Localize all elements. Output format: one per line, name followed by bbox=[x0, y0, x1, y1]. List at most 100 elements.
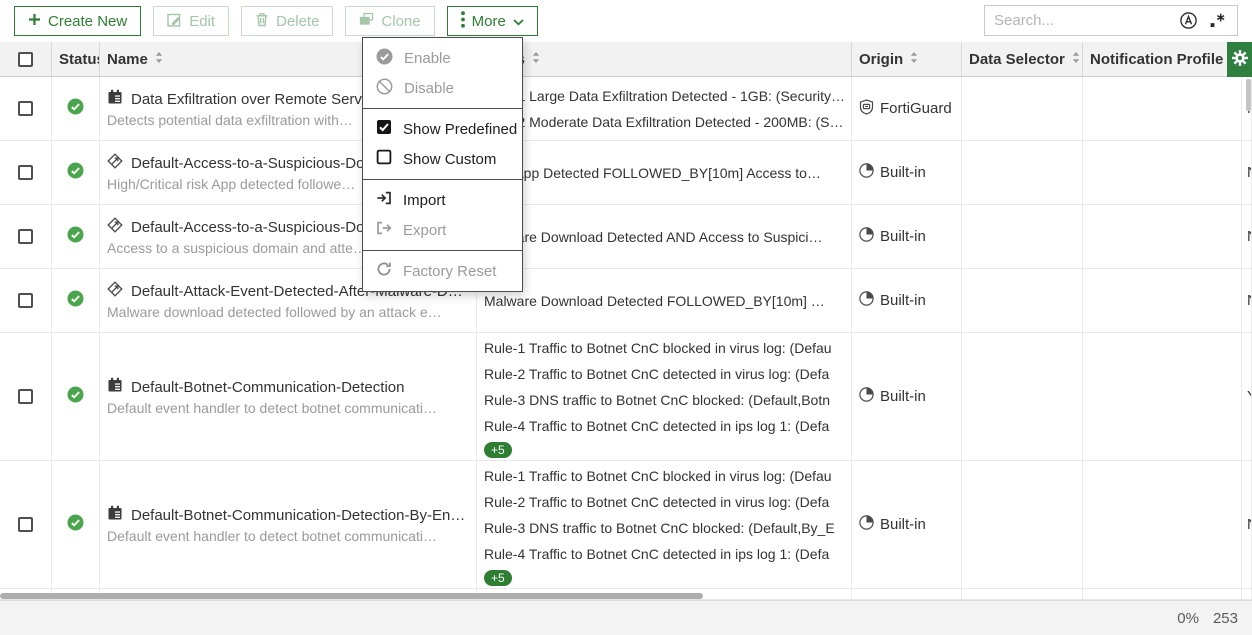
event-handler-icon bbox=[107, 89, 123, 109]
rule-text: Rule-1 Traffic to Botnet CnC blocked in … bbox=[484, 463, 851, 489]
extra-cell-value: No bbox=[1247, 516, 1252, 533]
menu-item-export: Export bbox=[363, 215, 522, 245]
table-row[interactable]: Data Exfiltration over Remote Service… D… bbox=[0, 77, 1252, 141]
status-enabled-icon bbox=[67, 98, 84, 120]
built-in-pie-icon bbox=[859, 163, 874, 182]
row-checkbox[interactable] bbox=[18, 229, 33, 244]
status-enabled-icon bbox=[67, 386, 84, 408]
more-button[interactable]: More bbox=[447, 6, 538, 36]
delete-label: Delete bbox=[276, 13, 319, 30]
enable-check-circle-icon bbox=[376, 48, 393, 69]
toolbar-button-group: Create New Edit Delete Clone More bbox=[14, 6, 538, 36]
gear-icon bbox=[1232, 50, 1248, 69]
factory-reset-icon bbox=[376, 261, 392, 281]
status-enabled-icon bbox=[67, 514, 84, 536]
origin-label: FortiGuard bbox=[880, 100, 952, 117]
fortiguard-shield-icon bbox=[859, 99, 874, 119]
table-header: Status Name Rules Origin Data Selector N… bbox=[0, 42, 1252, 77]
notification-profile-cell bbox=[1083, 461, 1242, 588]
notification-profile-cell bbox=[1083, 141, 1242, 204]
rule-text: Rule-1 Large Data Exfiltration Detected … bbox=[484, 83, 851, 109]
data-selector-cell bbox=[962, 461, 1083, 588]
status-enabled-icon bbox=[67, 226, 84, 248]
rule-text: Rule-3 DNS traffic to Botnet CnC blocked… bbox=[484, 387, 851, 413]
correlation-handler-icon bbox=[107, 281, 123, 301]
column-header-rules[interactable]: Rules bbox=[477, 42, 852, 76]
data-selector-cell bbox=[962, 333, 1083, 460]
edit-pencil-icon bbox=[167, 12, 182, 31]
menu-item-enable: Enable bbox=[363, 43, 522, 73]
table-row[interactable]: Default-Botnet-Communication-Detection-B… bbox=[0, 461, 1252, 589]
notification-profile-cell bbox=[1083, 77, 1242, 140]
column-settings-button[interactable] bbox=[1227, 42, 1252, 77]
extra-cell-value: Yes bbox=[1247, 388, 1252, 405]
handler-description: Default event handler to detect botnet c… bbox=[107, 528, 476, 544]
column-header-status[interactable]: Status bbox=[52, 42, 100, 76]
horizontal-scrollbar-thumb[interactable] bbox=[0, 593, 703, 599]
table-row[interactable]: Default-Access-to-a-Suspicious-Domain… H… bbox=[0, 141, 1252, 205]
table-row[interactable]: Default-Botnet-Communication-Detection D… bbox=[0, 333, 1252, 461]
built-in-pie-icon bbox=[859, 291, 874, 310]
rule-text: Rule-2 Traffic to Botnet CnC detected in… bbox=[484, 489, 851, 515]
handler-name: Data Exfiltration over Remote Service… bbox=[131, 91, 396, 108]
match-case-icon[interactable] bbox=[1179, 11, 1198, 30]
progress-percent: 0% bbox=[1177, 610, 1199, 627]
menu-item-import[interactable]: Import bbox=[363, 185, 522, 215]
rule-text: Rule-1 Traffic to Botnet CnC blocked in … bbox=[484, 335, 851, 361]
menu-section-state: Enable Disable bbox=[363, 38, 522, 108]
more-rules-badge: +5 bbox=[484, 442, 512, 458]
status-enabled-icon bbox=[67, 290, 84, 312]
handler-name: Default-Botnet-Communication-Detection bbox=[131, 379, 404, 396]
handler-name: Default-Botnet-Communication-Detection-B… bbox=[131, 507, 465, 524]
column-header-notification-profile[interactable]: Notification Profile bbox=[1083, 42, 1242, 76]
built-in-pie-icon bbox=[859, 227, 874, 246]
origin-label: Built-in bbox=[880, 388, 926, 405]
import-icon bbox=[376, 190, 392, 210]
data-selector-cell bbox=[962, 205, 1083, 268]
row-checkbox[interactable] bbox=[18, 101, 33, 116]
built-in-pie-icon bbox=[859, 515, 874, 534]
correlation-handler-icon bbox=[107, 217, 123, 237]
origin-label: Built-in bbox=[880, 164, 926, 181]
status-bar: 0% 253 bbox=[0, 600, 1252, 635]
menu-item-show-predefined[interactable]: Show Predefined bbox=[363, 114, 522, 144]
toolbar: Create New Edit Delete Clone More bbox=[0, 0, 1252, 42]
data-selector-cell bbox=[962, 141, 1083, 204]
menu-section-reset: Factory Reset bbox=[363, 250, 522, 291]
menu-item-show-custom[interactable]: Show Custom bbox=[363, 144, 522, 174]
edit-label: Edit bbox=[189, 13, 215, 30]
menu-section-show: Show Predefined Show Custom bbox=[363, 108, 522, 179]
row-checkbox[interactable] bbox=[18, 165, 33, 180]
column-header-origin[interactable]: Origin bbox=[852, 42, 962, 76]
event-handler-icon bbox=[107, 505, 123, 525]
event-handler-icon bbox=[107, 377, 123, 397]
menu-item-disable: Disable bbox=[363, 73, 522, 103]
create-new-button[interactable]: Create New bbox=[14, 6, 141, 36]
regex-icon[interactable] bbox=[1209, 12, 1226, 29]
table-row[interactable]: Default-Access-to-a-Suspicious-Domain… A… bbox=[0, 205, 1252, 269]
plus-icon bbox=[28, 13, 41, 30]
row-checkbox[interactable] bbox=[18, 293, 33, 308]
row-checkbox[interactable] bbox=[18, 517, 33, 532]
rule-text: Risk App Detected FOLLOWED_BY[10m] Acces… bbox=[484, 160, 851, 186]
rule-text: Rule-4 Traffic to Botnet CnC detected in… bbox=[484, 541, 851, 567]
clone-label: Clone bbox=[381, 13, 420, 30]
menu-item-factory-reset: Factory Reset bbox=[363, 256, 522, 286]
sort-icon bbox=[153, 51, 165, 68]
row-checkbox[interactable] bbox=[18, 389, 33, 404]
table-row[interactable]: Default-Attack-Event-Detected-After-Malw… bbox=[0, 269, 1252, 333]
vertical-scrollbar-thumb[interactable] bbox=[1246, 79, 1251, 111]
more-dropdown-menu: Enable Disable Show Predefined Show Cust… bbox=[362, 37, 523, 292]
extra-cell-value: No bbox=[1247, 164, 1252, 181]
correlation-handler-icon bbox=[107, 153, 123, 173]
create-new-label: Create New bbox=[48, 13, 127, 30]
table-body: Data Exfiltration over Remote Service… D… bbox=[0, 77, 1252, 600]
clone-button: Clone bbox=[345, 6, 434, 36]
search-input[interactable] bbox=[985, 12, 1179, 29]
rule-text: Rule-4 Traffic to Botnet CnC detected in… bbox=[484, 413, 851, 439]
select-all-checkbox[interactable] bbox=[18, 52, 33, 67]
chevron-down-icon bbox=[513, 13, 524, 30]
checkbox-unchecked-icon bbox=[376, 149, 392, 169]
column-header-data-selector[interactable]: Data Selector bbox=[962, 42, 1083, 76]
kebab-dots-icon bbox=[461, 11, 465, 32]
